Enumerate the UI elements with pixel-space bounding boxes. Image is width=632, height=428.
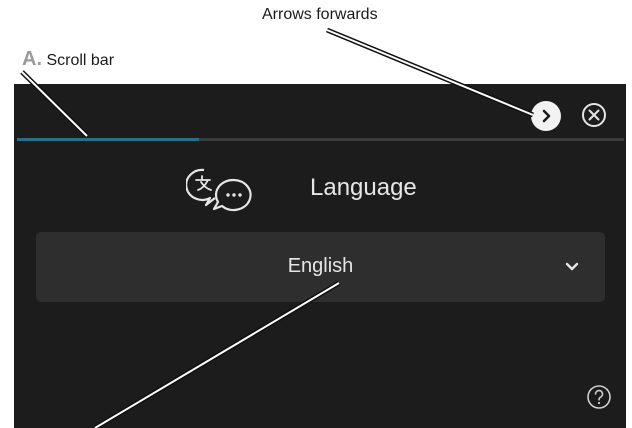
- device-screen: Language English: [14, 84, 626, 428]
- close-button[interactable]: [580, 101, 608, 129]
- language-dropdown[interactable]: English: [36, 232, 605, 302]
- scroll-bar[interactable]: [17, 138, 624, 141]
- translate-chat-icon: [186, 168, 252, 212]
- annotation-scroll-bar: A. Scroll bar: [22, 48, 114, 71]
- close-icon: [582, 103, 606, 127]
- forward-button[interactable]: [531, 101, 561, 131]
- help-button[interactable]: [586, 384, 612, 410]
- scroll-bar-fill: [17, 138, 200, 141]
- annotation-arrows-forwards: Arrows forwards: [262, 6, 378, 23]
- language-value: English: [287, 255, 354, 277]
- annotation-scroll-bar-label: Scroll bar: [46, 52, 115, 69]
- help-icon: [587, 385, 611, 409]
- chevron-right-icon: [542, 109, 551, 123]
- title-row: Language: [14, 162, 626, 214]
- annotation-letter-a: A.: [22, 48, 42, 70]
- page-title: Language: [310, 174, 417, 201]
- chevron-down-icon: [565, 262, 579, 271]
